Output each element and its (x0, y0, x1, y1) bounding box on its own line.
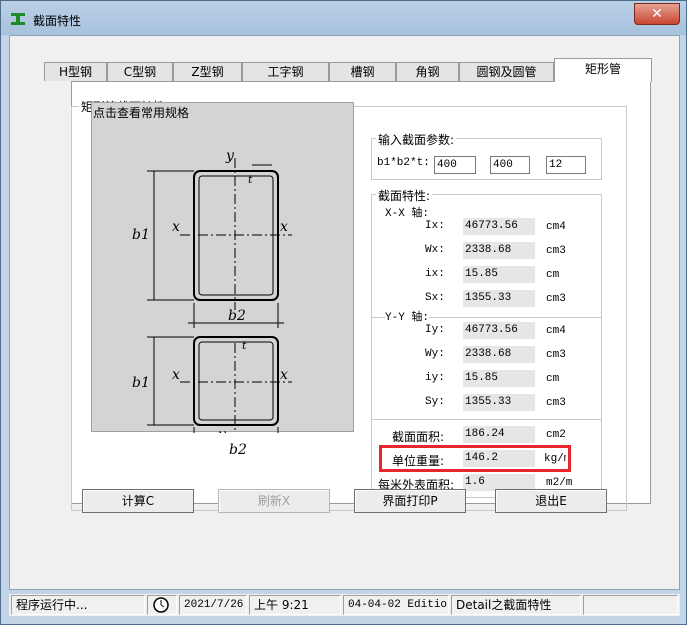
wy-label: Wy: (425, 348, 445, 360)
window-title: 截面特性 (33, 14, 82, 28)
area-label: 截面面积: (392, 430, 445, 444)
wx-unit: cm3 (546, 245, 566, 257)
bottom-b2-label: b2 (229, 442, 247, 458)
tab-round-pipe[interactable]: 圆钢及圆管 (459, 62, 554, 81)
top-t-label: t (248, 173, 253, 186)
title-bar[interactable]: 截面特性 ✕ (1, 1, 686, 35)
status-time: 上午 9:21 (249, 595, 341, 615)
iy-radius-label: iy: (425, 372, 445, 384)
iy-radius-value: 15.85 (463, 370, 535, 387)
ix-radius-label: ix: (425, 268, 445, 280)
input-params-label: 输入截面参数: (376, 131, 457, 148)
ix-radius-value: 15.85 (463, 266, 535, 283)
bottom-x-left-label: x (172, 367, 180, 383)
iy-radius-unit: cm (546, 373, 560, 385)
tab-rect-tube[interactable]: 矩形管 (554, 58, 652, 82)
bottom-t-label: t (242, 339, 247, 352)
iy-inertia-label: Iy: (425, 324, 445, 336)
top-b1-label: b1 (132, 227, 150, 243)
app-i-beam-icon (11, 13, 25, 25)
refresh-button[interactable]: 刷新X (218, 489, 330, 513)
tab-channel[interactable]: 槽钢 (329, 62, 396, 81)
iy-inertia-unit: cm4 (546, 325, 566, 337)
area-divider (371, 419, 602, 420)
ix-radius-unit: cm (546, 269, 560, 281)
sy-unit: cm3 (546, 397, 566, 409)
b1-input[interactable]: 400 (434, 156, 476, 174)
ix-inertia-value: 46773.56 (463, 218, 535, 235)
status-date: 2021/7/26 (179, 595, 247, 615)
rect-tube-drawing: y x x t b1 b2 y x x t b1 (132, 148, 292, 433)
ix-inertia-unit: cm4 (546, 221, 566, 233)
area-unit: cm2 (546, 429, 566, 441)
dialog-window: 截面特性 ✕ H型钢 C型钢 Z型钢 工字钢 槽钢 角钢 圆钢及圆管 矩形管 矩… (0, 0, 687, 625)
sx-label: Sx: (425, 292, 445, 304)
wy-value: 2338.68 (463, 346, 535, 363)
wx-label: Wx: (425, 244, 445, 256)
unit-weight-value: 146.2 (463, 450, 535, 467)
status-module: Detail之截面特性 (451, 595, 581, 615)
sx-value: 1355.33 (463, 290, 535, 307)
tab-h-steel[interactable]: H型钢 (44, 62, 107, 81)
status-version: 04-04-02 Edition (343, 595, 449, 615)
unit-weight-label: 单位重量: (392, 454, 445, 468)
sy-label: Sy: (425, 396, 445, 408)
tab-c-steel[interactable]: C型钢 (107, 62, 173, 81)
unit-weight-unit: kg/m (544, 453, 566, 465)
status-text: 程序运行中... (11, 595, 145, 615)
wy-unit: cm3 (546, 349, 566, 361)
print-button[interactable]: 界面打印P (354, 489, 466, 513)
top-x-right-label: x (280, 219, 288, 235)
b2-input[interactable]: 400 (490, 156, 530, 174)
top-x-left-label: x (172, 219, 180, 235)
tab-angle[interactable]: 角钢 (396, 62, 459, 81)
yy-axis-label: Y-Y 轴: (385, 308, 430, 324)
tab-z-steel[interactable]: Z型钢 (173, 62, 242, 81)
top-y-label: y (225, 148, 235, 164)
xx-axis-label: X-X 轴: (385, 208, 430, 220)
calculate-button[interactable]: 计算C (82, 489, 194, 513)
bottom-x-right-label: x (280, 367, 288, 383)
clock-icon (153, 597, 169, 613)
section-diagram[interactable]: 点击查看常用规格 y x x t b1 b2 x x t b1 (91, 102, 354, 433)
status-empty-cell (583, 595, 678, 615)
close-button[interactable]: ✕ (634, 3, 680, 25)
status-bar: 程序运行中... 2021/7/26 上午 9:21 04-04-02 Edit… (9, 594, 680, 616)
clock-icon-cell (147, 595, 177, 615)
sx-unit: cm3 (546, 293, 566, 305)
bottom-b1-label: b1 (132, 375, 150, 391)
wx-value: 2338.68 (463, 242, 535, 259)
top-b2-label: b2 (228, 308, 246, 324)
t-input[interactable]: 12 (546, 156, 586, 174)
exit-button[interactable]: 退出E (495, 489, 607, 513)
surface-area-unit: m2/m (546, 477, 573, 489)
properties-label: 截面特性: (376, 187, 433, 204)
b1-b2-t-label: b1*b2*t: (377, 157, 430, 169)
bottom-y-label: y (217, 427, 227, 433)
tab-i-beam[interactable]: 工字钢 (242, 62, 329, 81)
iy-inertia-value: 46773.56 (463, 322, 535, 339)
ix-inertia-label: Ix: (425, 220, 445, 232)
sy-value: 1355.33 (463, 394, 535, 411)
area-value: 186.24 (463, 426, 535, 443)
